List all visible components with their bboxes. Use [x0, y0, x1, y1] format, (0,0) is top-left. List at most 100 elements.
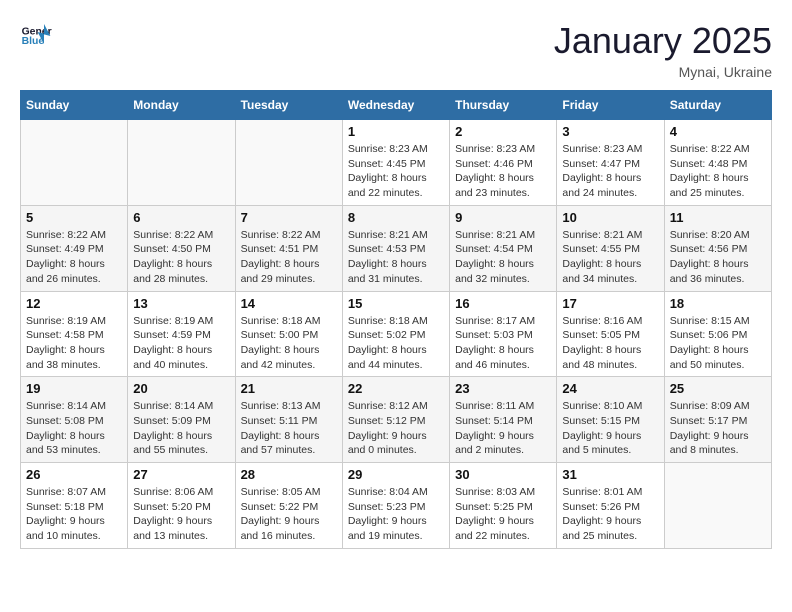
cell-content: Sunrise: 8:04 AM Sunset: 5:23 PM Dayligh…: [348, 485, 444, 544]
cell-content: Sunrise: 8:18 AM Sunset: 5:02 PM Dayligh…: [348, 314, 444, 373]
day-number: 8: [348, 210, 444, 225]
cell-content: Sunrise: 8:16 AM Sunset: 5:05 PM Dayligh…: [562, 314, 658, 373]
cell-content: Sunrise: 8:22 AM Sunset: 4:49 PM Dayligh…: [26, 228, 122, 287]
calendar-cell: 5Sunrise: 8:22 AM Sunset: 4:49 PM Daylig…: [21, 205, 128, 291]
day-number: 22: [348, 381, 444, 396]
day-number: 11: [670, 210, 766, 225]
calendar-cell: 14 Sunrise: 8:18 AM Sunset: 5:00 PM Dayli…: [235, 291, 342, 377]
calendar-cell: 20 Sunrise: 8:14 AM Sunset: 5:09 PM Dayli…: [128, 377, 235, 463]
calendar-cell: 27 Sunrise: 8:06 AM Sunset: 5:20 PM Dayli…: [128, 463, 235, 549]
day-number: 26: [26, 467, 122, 482]
calendar-cell: [128, 120, 235, 206]
day-number: 23: [455, 381, 551, 396]
cell-content: Sunrise: 8:19 AM Sunset: 4:59 PM Dayligh…: [133, 314, 229, 373]
cell-content: Sunrise: 8:13 AM Sunset: 5:11 PM Dayligh…: [241, 399, 337, 458]
weekday-header: Friday: [557, 91, 664, 120]
calendar-cell: [235, 120, 342, 206]
cell-content: Sunrise: 8:01 AM Sunset: 5:26 PM Dayligh…: [562, 485, 658, 544]
day-number: 15: [348, 296, 444, 311]
weekday-header: Wednesday: [342, 91, 449, 120]
calendar-cell: 19 Sunrise: 8:14 AM Sunset: 5:08 PM Dayli…: [21, 377, 128, 463]
cell-content: Sunrise: 8:03 AM Sunset: 5:25 PM Dayligh…: [455, 485, 551, 544]
day-number: 9: [455, 210, 551, 225]
calendar-cell: 28 Sunrise: 8:05 AM Sunset: 5:22 PM Dayli…: [235, 463, 342, 549]
day-number: 1: [348, 124, 444, 139]
cell-content: Sunrise: 8:07 AM Sunset: 5:18 PM Dayligh…: [26, 485, 122, 544]
day-number: 16: [455, 296, 551, 311]
cell-content: Sunrise: 8:22 AM Sunset: 4:48 PM Dayligh…: [670, 142, 766, 201]
day-number: 18: [670, 296, 766, 311]
calendar-cell: 11 Sunrise: 8:20 AM Sunset: 4:56 PM Dayli…: [664, 205, 771, 291]
cell-content: Sunrise: 8:10 AM Sunset: 5:15 PM Dayligh…: [562, 399, 658, 458]
cell-content: Sunrise: 8:14 AM Sunset: 5:09 PM Dayligh…: [133, 399, 229, 458]
calendar-cell: 17 Sunrise: 8:16 AM Sunset: 5:05 PM Dayli…: [557, 291, 664, 377]
day-number: 4: [670, 124, 766, 139]
day-number: 12: [26, 296, 122, 311]
day-number: 21: [241, 381, 337, 396]
cell-content: Sunrise: 8:11 AM Sunset: 5:14 PM Dayligh…: [455, 399, 551, 458]
calendar-week-row: 1 Sunrise: 8:23 AM Sunset: 4:45 PM Daylig…: [21, 120, 772, 206]
cell-content: Sunrise: 8:09 AM Sunset: 5:17 PM Dayligh…: [670, 399, 766, 458]
cell-content: Sunrise: 8:06 AM Sunset: 5:20 PM Dayligh…: [133, 485, 229, 544]
cell-content: Sunrise: 8:23 AM Sunset: 4:46 PM Dayligh…: [455, 142, 551, 201]
logo: General Blue: [20, 20, 52, 52]
cell-content: Sunrise: 8:22 AM Sunset: 4:51 PM Dayligh…: [241, 228, 337, 287]
day-number: 2: [455, 124, 551, 139]
cell-content: Sunrise: 8:14 AM Sunset: 5:08 PM Dayligh…: [26, 399, 122, 458]
weekday-header: Monday: [128, 91, 235, 120]
calendar-cell: 6 Sunrise: 8:22 AM Sunset: 4:50 PM Daylig…: [128, 205, 235, 291]
day-number: 25: [670, 381, 766, 396]
calendar-cell: 22 Sunrise: 8:12 AM Sunset: 5:12 PM Dayli…: [342, 377, 449, 463]
calendar-week-row: 26 Sunrise: 8:07 AM Sunset: 5:18 PM Dayli…: [21, 463, 772, 549]
month-title: January 2025: [554, 20, 772, 62]
calendar-cell: 25 Sunrise: 8:09 AM Sunset: 5:17 PM Dayli…: [664, 377, 771, 463]
day-number: 19: [26, 381, 122, 396]
calendar-cell: 31Sunrise: 8:01 AM Sunset: 5:26 PM Dayli…: [557, 463, 664, 549]
calendar-week-row: 5Sunrise: 8:22 AM Sunset: 4:49 PM Daylig…: [21, 205, 772, 291]
cell-content: Sunrise: 8:23 AM Sunset: 4:47 PM Dayligh…: [562, 142, 658, 201]
day-number: 28: [241, 467, 337, 482]
cell-content: Sunrise: 8:21 AM Sunset: 4:54 PM Dayligh…: [455, 228, 551, 287]
calendar-cell: 18Sunrise: 8:15 AM Sunset: 5:06 PM Dayli…: [664, 291, 771, 377]
weekday-header-row: SundayMondayTuesdayWednesdayThursdayFrid…: [21, 91, 772, 120]
location: Mynai, Ukraine: [554, 64, 772, 80]
calendar-cell: 7 Sunrise: 8:22 AM Sunset: 4:51 PM Daylig…: [235, 205, 342, 291]
cell-content: Sunrise: 8:05 AM Sunset: 5:22 PM Dayligh…: [241, 485, 337, 544]
calendar-cell: 13Sunrise: 8:19 AM Sunset: 4:59 PM Dayli…: [128, 291, 235, 377]
day-number: 30: [455, 467, 551, 482]
calendar-cell: 12 Sunrise: 8:19 AM Sunset: 4:58 PM Dayli…: [21, 291, 128, 377]
cell-content: Sunrise: 8:20 AM Sunset: 4:56 PM Dayligh…: [670, 228, 766, 287]
calendar-cell: 8Sunrise: 8:21 AM Sunset: 4:53 PM Daylig…: [342, 205, 449, 291]
day-number: 7: [241, 210, 337, 225]
weekday-header: Sunday: [21, 91, 128, 120]
calendar-cell: 21 Sunrise: 8:13 AM Sunset: 5:11 PM Dayli…: [235, 377, 342, 463]
day-number: 29: [348, 467, 444, 482]
cell-content: Sunrise: 8:18 AM Sunset: 5:00 PM Dayligh…: [241, 314, 337, 373]
day-number: 20: [133, 381, 229, 396]
cell-content: Sunrise: 8:21 AM Sunset: 4:55 PM Dayligh…: [562, 228, 658, 287]
cell-content: Sunrise: 8:19 AM Sunset: 4:58 PM Dayligh…: [26, 314, 122, 373]
cell-content: Sunrise: 8:12 AM Sunset: 5:12 PM Dayligh…: [348, 399, 444, 458]
title-block: January 2025 Mynai, Ukraine: [554, 20, 772, 80]
calendar-cell: 9 Sunrise: 8:21 AM Sunset: 4:54 PM Daylig…: [450, 205, 557, 291]
calendar-cell: [21, 120, 128, 206]
page-header: General Blue January 2025 Mynai, Ukraine: [20, 20, 772, 80]
cell-content: Sunrise: 8:22 AM Sunset: 4:50 PM Dayligh…: [133, 228, 229, 287]
calendar-cell: 3 Sunrise: 8:23 AM Sunset: 4:47 PM Daylig…: [557, 120, 664, 206]
calendar-week-row: 12 Sunrise: 8:19 AM Sunset: 4:58 PM Dayli…: [21, 291, 772, 377]
calendar-cell: 24 Sunrise: 8:10 AM Sunset: 5:15 PM Dayli…: [557, 377, 664, 463]
day-number: 6: [133, 210, 229, 225]
calendar-cell: 29 Sunrise: 8:04 AM Sunset: 5:23 PM Dayli…: [342, 463, 449, 549]
calendar-cell: 1 Sunrise: 8:23 AM Sunset: 4:45 PM Daylig…: [342, 120, 449, 206]
cell-content: Sunrise: 8:23 AM Sunset: 4:45 PM Dayligh…: [348, 142, 444, 201]
calendar-week-row: 19 Sunrise: 8:14 AM Sunset: 5:08 PM Dayli…: [21, 377, 772, 463]
day-number: 14: [241, 296, 337, 311]
calendar-cell: 30 Sunrise: 8:03 AM Sunset: 5:25 PM Dayli…: [450, 463, 557, 549]
calendar-cell: 10Sunrise: 8:21 AM Sunset: 4:55 PM Dayli…: [557, 205, 664, 291]
day-number: 17: [562, 296, 658, 311]
day-number: 27: [133, 467, 229, 482]
cell-content: Sunrise: 8:17 AM Sunset: 5:03 PM Dayligh…: [455, 314, 551, 373]
day-number: 24: [562, 381, 658, 396]
weekday-header: Saturday: [664, 91, 771, 120]
day-number: 3: [562, 124, 658, 139]
